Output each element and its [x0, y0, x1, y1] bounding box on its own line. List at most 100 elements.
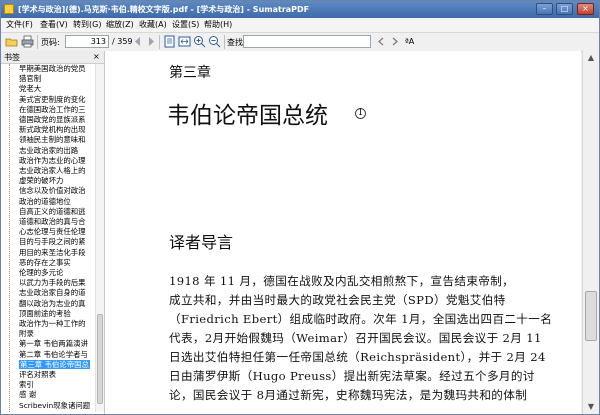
bookmark-item[interactable]: 政治的道德地位: [13, 197, 93, 206]
bookmark-item[interactable]: 第一章 韦伯两篇演讲: [13, 339, 93, 348]
bookmark-item[interactable]: 党老大: [13, 84, 93, 93]
bookmark-item[interactable]: 在德国政治工作的三: [13, 105, 93, 114]
zoom-out-icon[interactable]: [208, 35, 221, 48]
bookmark-label: 道德和政治的真与合: [19, 217, 86, 226]
bookmark-label: 评名对照表: [19, 370, 56, 379]
bookmark-item[interactable]: 用目的来圣洁化手段: [13, 248, 93, 257]
menu-view[interactable]: 查看(V): [40, 19, 68, 30]
sidebar-title: 书签: [4, 53, 20, 62]
menu-settings[interactable]: 设置(S): [172, 19, 199, 30]
bookmark-label: 政治作为志业的心理: [19, 155, 86, 165]
document-scroll-thumb[interactable]: [585, 291, 597, 341]
open-folder-icon[interactable]: [5, 35, 18, 48]
bookmark-label: 心志伦理与责任伦理: [19, 227, 86, 237]
single-page-icon[interactable]: [163, 35, 176, 48]
bookmark-item[interactable]: 政治作为志业的心理: [13, 156, 93, 165]
bookmark-item[interactable]: 政治作为一种工作的: [13, 319, 93, 328]
find-previous-icon[interactable]: [375, 35, 388, 48]
bookmark-item[interactable]: 虚荣的破坏力: [13, 176, 93, 185]
bookmark-item[interactable]: 志业政治家人格上的: [13, 166, 93, 175]
bookmark-item[interactable]: 评名对照表: [13, 370, 93, 379]
bookmark-item[interactable]: 索引: [13, 380, 93, 389]
bookmark-label: 顶面前途的考验: [19, 308, 71, 318]
sidebar-scroll-thumb[interactable]: [97, 314, 103, 404]
bookmark-item[interactable]: 恶的存在之事实: [13, 258, 93, 267]
bookmark-item[interactable]: 第三章 韦伯论帝国总: [13, 359, 93, 369]
toolbar-separator: [37, 35, 38, 49]
bookmark-item[interactable]: 伦理的多元论: [13, 268, 93, 277]
menu-goto[interactable]: 转到(G): [73, 19, 101, 30]
bookmarks-sidebar: 书签 × 早期美国政治的党员 猎官制 党老大 美式宫吏制度的变化 在德国政治工作的三 德国…: [1, 51, 105, 414]
bookmark-item[interactable]: 信念以及价值对政治: [13, 186, 93, 195]
fit-width-icon[interactable]: [178, 35, 191, 48]
bookmark-item[interactable]: 自高正义的道德和逃: [13, 207, 93, 216]
bookmark-label: 德国政党的显族派系: [19, 115, 86, 124]
bookmark-label: 猎官制: [19, 74, 42, 84]
bookmark-item[interactable]: 新式政党机构的出现: [13, 125, 93, 134]
bookmark-item[interactable]: 领袖民主制的意味和: [13, 135, 93, 144]
bookmark-label: 伦理的多元论: [19, 268, 64, 277]
paragraph-line: 日由蒲罗伊斯（Hugo Preuss）提出新宪法草案。经过五个多月的讨: [169, 369, 535, 383]
title-bar[interactable]: [学术与政治](德).马克斯·韦伯.精校文字版.pdf - [学术与政治] - …: [1, 1, 599, 18]
document-view[interactable]: 第三章 韦伯论帝国总统 1 译者导言 1918 年 11 月，德国在战败及内乱交…: [105, 51, 581, 414]
bookmark-item[interactable]: 道德和政治的真与合: [13, 217, 93, 226]
bookmark-item[interactable]: 美式宫吏制度的变化: [13, 95, 93, 104]
menu-zoom[interactable]: 缩放(Z): [106, 19, 134, 30]
close-button[interactable]: ×: [577, 3, 594, 15]
bookmark-item[interactable]: 志业政治家自身的道: [13, 288, 93, 297]
bookmark-label: 新式政党机构的出现: [19, 125, 86, 135]
maximize-button[interactable]: □: [556, 3, 573, 15]
paragraph-line: 论，国民会议于 8月通过新宪，史称魏玛宪法，是为魏玛共和的体制: [169, 388, 528, 402]
bookmark-label: 志业政治家自身的道: [19, 288, 86, 298]
bookmark-label: 第三章 韦伯论帝国总: [19, 359, 90, 369]
chapter-title: 韦伯论帝国总统: [167, 103, 328, 129]
bookmark-item[interactable]: 感 谢: [13, 390, 93, 399]
page-number-input[interactable]: 313: [65, 35, 109, 48]
menu-help[interactable]: 帮助(H): [204, 19, 232, 30]
section-heading: 译者导言: [169, 233, 234, 252]
sidebar-close-button[interactable]: ×: [93, 52, 100, 61]
bookmark-label: Scribevin现象诸问题: [19, 400, 91, 410]
bookmark-item[interactable]: 志业政治家的出路: [13, 146, 93, 155]
bookmark-label: 第二章 韦伯论学者与: [19, 349, 88, 359]
menu-favorites[interactable]: 收藏(A): [139, 19, 167, 30]
next-page-icon[interactable]: [144, 35, 157, 48]
match-case-button[interactable]: ªA: [405, 37, 414, 46]
sidebar-header: 书签 ×: [1, 51, 104, 64]
paragraph-line: 成立共和，并由当时最大的政党社会民主党（SPD）党魁艾伯特: [169, 293, 506, 307]
bookmark-item[interactable]: 目的与手段之间的紧: [13, 237, 93, 246]
bookmark-label: 索引: [19, 380, 34, 390]
menu-file[interactable]: 文件(F): [6, 19, 33, 30]
bookmark-label: 以武力为手段的后果: [19, 278, 86, 288]
window-title: [学术与政治](德).马克斯·韦伯.精校文字版.pdf - [学术与政治] - …: [18, 5, 310, 14]
bookmark-item[interactable]: 附录: [13, 329, 93, 338]
bookmark-item[interactable]: 早期美国政治的党员: [13, 64, 93, 73]
paragraph-line: 日选出艾伯特担任第一任帝国总统（Reichspräsident），并于 2月 2…: [169, 350, 546, 364]
find-input[interactable]: [243, 35, 371, 48]
bookmark-item[interactable]: 心志伦理与责任伦理: [13, 227, 93, 236]
bookmark-label: 恶的存在之事实: [19, 257, 71, 267]
minimize-button[interactable]: –: [536, 3, 553, 15]
chapter-heading: 第三章: [169, 65, 211, 81]
document-scrollbar[interactable]: ▲ ▼: [582, 51, 599, 414]
zoom-in-icon[interactable]: [193, 35, 206, 48]
bookmark-item[interactable]: 顶面前途的考验: [13, 309, 93, 318]
page-label: 页码:: [41, 38, 60, 47]
scroll-down-arrow-icon[interactable]: ▼: [585, 401, 597, 413]
scroll-up-arrow-icon[interactable]: ▲: [585, 52, 597, 64]
bookmark-label: 政治的道德地位: [19, 196, 71, 206]
bookmark-item[interactable]: Scribevin现象诸问题: [13, 401, 93, 410]
print-icon[interactable]: [21, 35, 34, 48]
bookmark-label: 自高正义的道德和逃: [19, 206, 86, 216]
bookmark-item[interactable]: 以武力为手段的后果: [13, 278, 93, 287]
footnote-marker[interactable]: 1: [355, 108, 366, 119]
bookmark-item[interactable]: 德国政党的显族派系: [13, 115, 93, 124]
find-next-icon[interactable]: [388, 35, 401, 48]
sidebar-scrollbar[interactable]: [95, 64, 104, 412]
bookmark-label: 领袖民主制的意味和: [19, 135, 86, 145]
bookmark-label: 翻以政治为志业的真: [19, 298, 86, 308]
bookmark-label: 美式宫吏制度的变化: [19, 94, 86, 104]
bookmark-item[interactable]: 第二章 韦伯论学者与: [13, 350, 93, 359]
bookmark-item[interactable]: 翻以政治为志业的真: [13, 299, 93, 308]
bookmark-item[interactable]: 猎官制: [13, 74, 93, 83]
